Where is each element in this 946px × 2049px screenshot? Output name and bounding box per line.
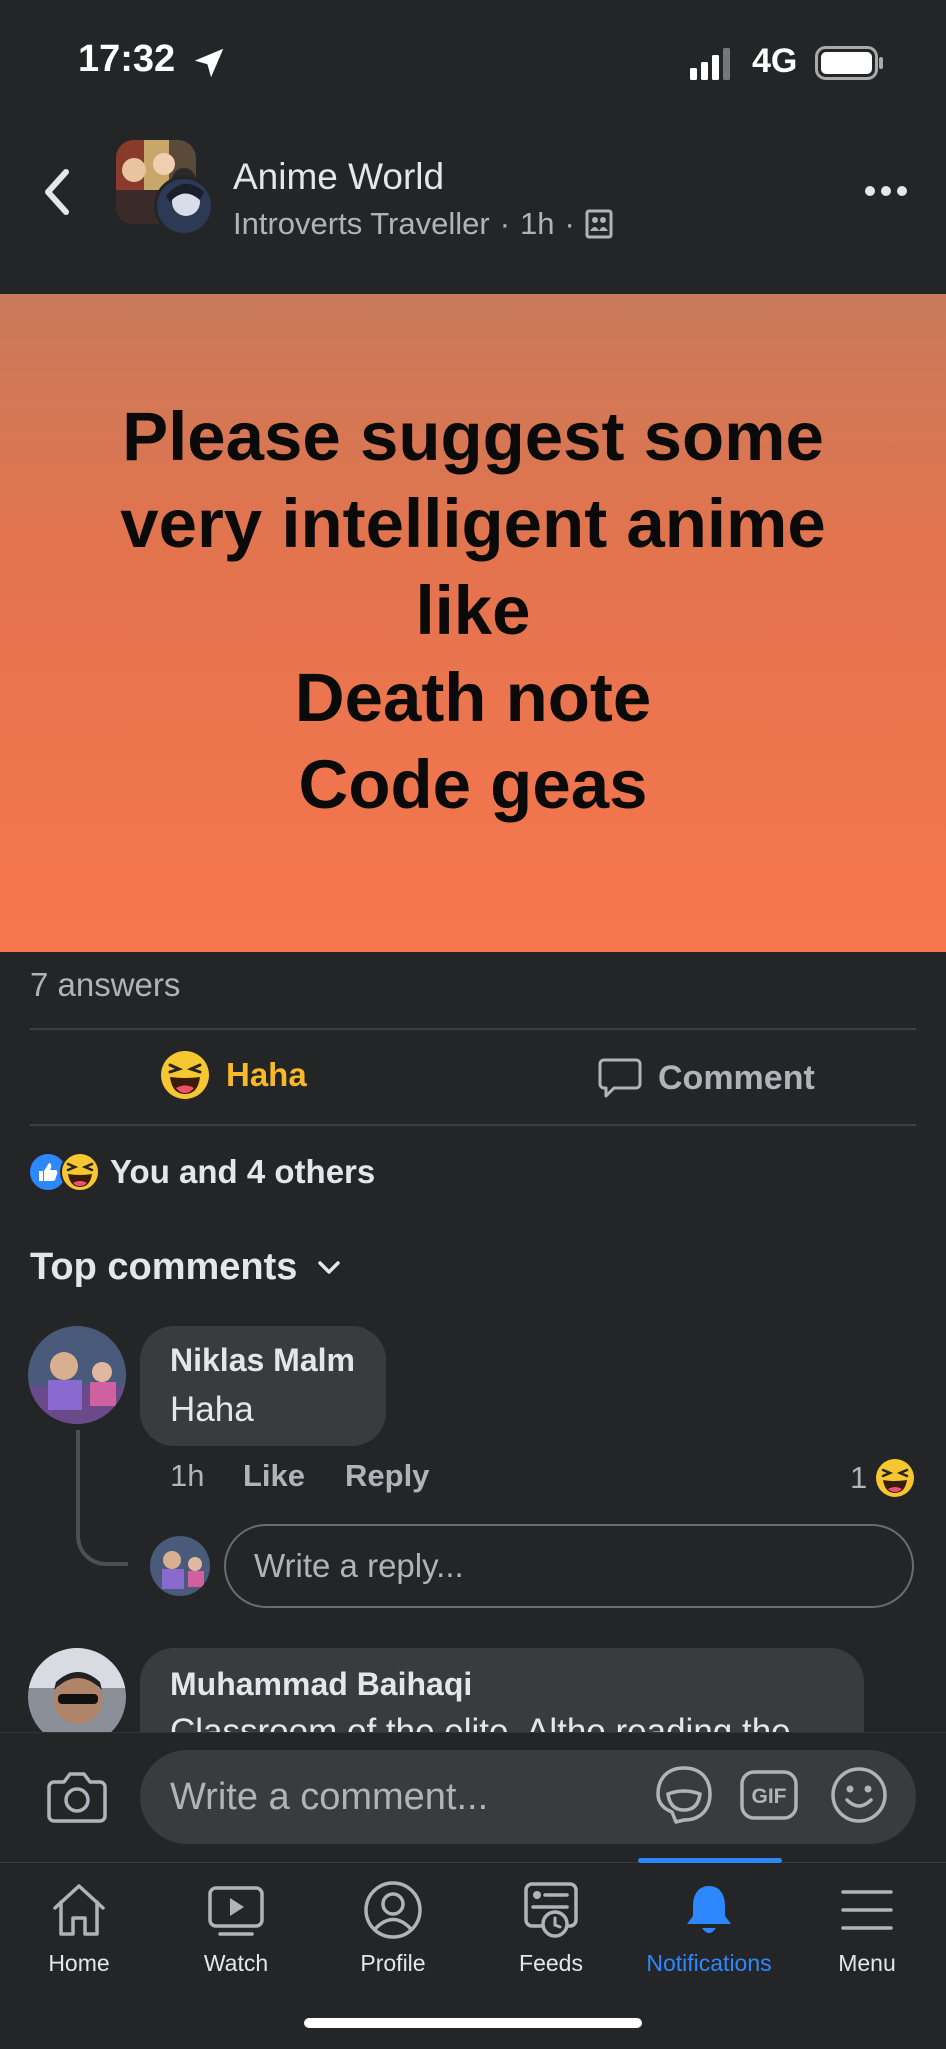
post-text: Please suggest some very intelligent ani… (120, 397, 826, 823)
post-meta: Introverts Traveller · 1h · (233, 206, 613, 242)
haha-emoji-icon (161, 1051, 209, 1099)
feeds-icon (524, 1882, 578, 1938)
emoji-button[interactable] (830, 1766, 888, 1824)
reaction-count: 1 (850, 1460, 868, 1495)
gif-label: GIF (752, 1785, 787, 1808)
profile-icon (364, 1881, 422, 1939)
haha-reaction-icon (60, 1152, 100, 1192)
thread-line (76, 1430, 128, 1566)
chevron-down-icon (318, 1260, 341, 1274)
divider (30, 1124, 916, 1126)
group-avatar[interactable] (114, 140, 216, 240)
comment-like-button[interactable]: Like (243, 1458, 305, 1494)
home-icon (53, 1884, 105, 1936)
comment-reply-button[interactable]: Reply (345, 1458, 429, 1494)
tab-label: Profile (360, 1950, 426, 1976)
location-arrow-icon (194, 48, 224, 78)
tab-label: Feeds (519, 1950, 583, 1976)
group-name[interactable]: Anime World (233, 156, 444, 198)
comment-label: Comment (658, 1058, 815, 1097)
post-time[interactable]: 1h (520, 206, 554, 242)
battery-icon (815, 46, 883, 80)
reactions-summary[interactable]: You and 4 others (28, 1152, 375, 1192)
tab-label: Menu (838, 1950, 896, 1976)
tab-label: Home (48, 1950, 110, 1976)
tab-label: Watch (203, 1950, 269, 1976)
post-author[interactable]: Introverts Traveller (233, 206, 490, 242)
watch-icon (208, 1886, 264, 1936)
back-button[interactable] (36, 164, 80, 220)
signal-icon (690, 48, 730, 80)
reactions-text: You and 4 others (110, 1153, 376, 1190)
reply-input[interactable]: Write a reply... (224, 1524, 914, 1608)
gif-button[interactable]: GIF (740, 1770, 798, 1820)
commenter-name[interactable]: Muhammad Baihaqi (170, 1666, 472, 1703)
post-card[interactable]: Please suggest some very intelligent ani… (0, 294, 946, 952)
camera-button[interactable] (46, 1768, 108, 1824)
tab-notifications[interactable]: Notifications (630, 1880, 788, 1980)
comment-text: Haha (170, 1390, 254, 1429)
tab-feeds[interactable]: Feeds (472, 1880, 630, 1980)
tab-profile[interactable]: Profile (314, 1880, 472, 1980)
more-options-button[interactable] (862, 176, 910, 206)
comment-time: 1h (170, 1458, 205, 1493)
home-indicator (304, 2018, 642, 2028)
comment-button[interactable]: Comment (598, 1056, 815, 1100)
tab-menu[interactable]: Menu (788, 1880, 946, 1980)
meta-separator: · (499, 206, 511, 241)
comment-reaction-count[interactable]: 1 (850, 1458, 915, 1498)
haha-label: Haha (226, 1056, 307, 1093)
tab-label: Notifications (646, 1950, 772, 1976)
haha-emoji-icon (876, 1459, 915, 1497)
commenter-name[interactable]: Niklas Malm (170, 1342, 355, 1379)
bell-icon (687, 1886, 731, 1933)
answers-count[interactable]: 7 answers (30, 966, 180, 1004)
group-privacy-icon (585, 209, 613, 239)
meta-separator: · (564, 206, 575, 241)
network-type: 4G (752, 42, 798, 80)
tab-home[interactable]: Home (0, 1880, 158, 1980)
menu-icon (841, 1890, 893, 1930)
user-avatar (150, 1536, 210, 1596)
divider (30, 1028, 916, 1030)
avatar-sticker-button[interactable] (654, 1764, 714, 1826)
active-tab-indicator (638, 1858, 782, 1863)
comment-placeholder[interactable]: Write a comment... (170, 1776, 488, 1819)
haha-reaction-button[interactable]: Haha (160, 1050, 307, 1100)
commenter-avatar[interactable] (28, 1326, 126, 1424)
comment-bubble-icon (598, 1058, 642, 1098)
status-time: 17:32 (78, 38, 176, 80)
tab-watch[interactable]: Watch (157, 1880, 315, 1980)
top-comments-filter[interactable]: Top comments (30, 1246, 341, 1289)
top-comments-label: Top comments (30, 1246, 298, 1288)
